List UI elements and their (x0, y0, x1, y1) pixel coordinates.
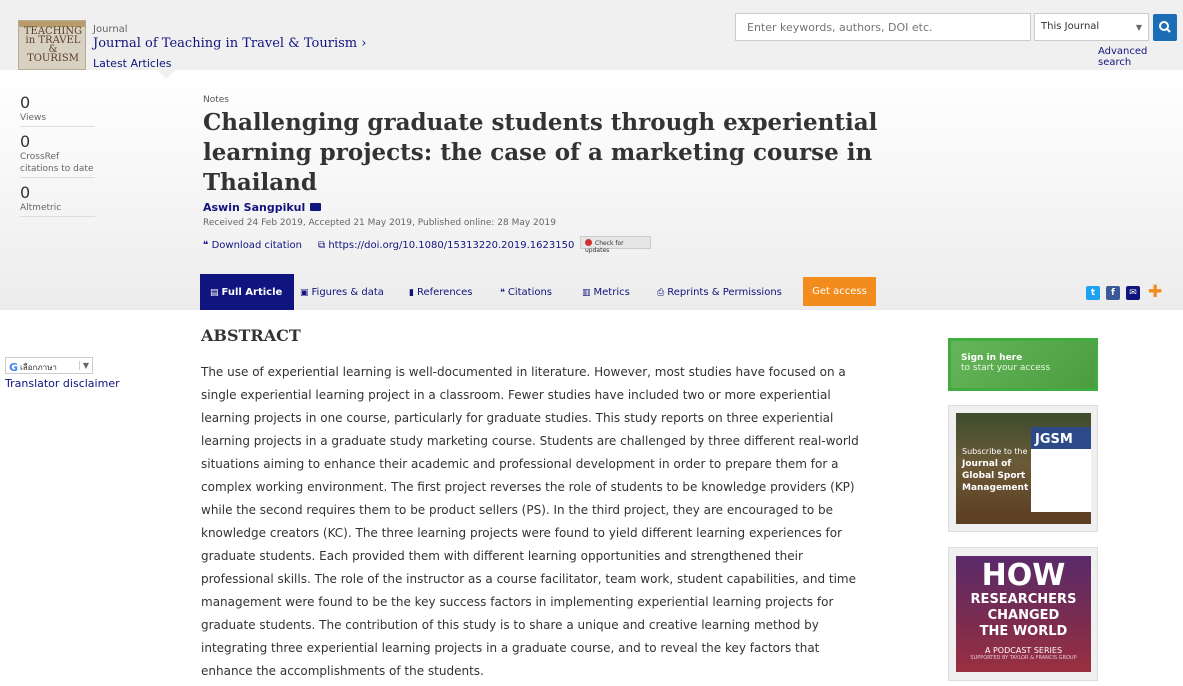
podcast-ad-line3: THE WORLD (979, 624, 1068, 639)
chevron-down-icon: ▼ (78, 361, 89, 370)
journal-cover-image[interactable]: TEACHING in TRAVEL & TOURISM (18, 20, 86, 70)
tab-label: Metrics (593, 287, 630, 298)
metric-altmetric[interactable]: 0 Altmetric (20, 184, 95, 217)
tab-label: Full Article (221, 287, 283, 298)
search-scope-select[interactable]: This Journal ▼ (1034, 13, 1149, 41)
facebook-icon[interactable]: f (1106, 286, 1120, 300)
metric-label: Views (20, 113, 47, 123)
tab-label: Figures & data (311, 287, 384, 298)
podcast-ad-image: HOW RESEARCHERS CHANGED THE WORLD A PODC… (956, 556, 1091, 672)
article-dates: Received 24 Feb 2019, Accepted 21 May 20… (203, 218, 556, 228)
email-icon[interactable] (310, 203, 322, 211)
article-title: Challenging graduate students through ex… (203, 109, 878, 196)
signin-title: Sign in here (961, 353, 1023, 363)
doi-text: https://doi.org/10.1080/15313220.2019.16… (328, 240, 575, 251)
metric-crossref[interactable]: 0 CrossRef citations to date (20, 133, 95, 178)
journal-cover-text: TEACHING in TRAVEL & TOURISM (23, 26, 83, 64)
get-access-button[interactable]: Get access (803, 277, 876, 306)
ad-jgsm-text: Subscribe to the Journal of Global Sport… (962, 446, 1042, 494)
image-icon: ▣ (300, 288, 309, 298)
download-citation-link[interactable]: ❝ Download citation (203, 240, 302, 251)
author-name: Aswin Sangpikul (203, 201, 306, 214)
translate-language-select[interactable]: G เลือกภาษา ▼ (5, 357, 93, 374)
podcast-ad-series: A PODCAST SERIES (984, 646, 1063, 655)
latest-articles-link[interactable]: Latest Articles (93, 57, 172, 70)
journal-label: Journal (93, 24, 128, 35)
quote-icon: ❝ (500, 288, 505, 298)
journal-ad-jgsm[interactable]: Subscribe to the Journal of Global Sport… (948, 405, 1098, 532)
search-input[interactable] (735, 13, 1031, 41)
google-icon: G (9, 361, 19, 374)
chevron-down-icon: ▼ (1135, 23, 1142, 32)
tab-citations[interactable]: ❝ Citations (500, 274, 552, 310)
book-icon: ▮ (409, 288, 414, 298)
doi-link[interactable]: ⧉ https://doi.org/10.1080/15313220.2019.… (318, 240, 574, 251)
tab-label: References (416, 287, 473, 298)
download-citation-label: Download citation (211, 240, 302, 251)
metric-views[interactable]: 0 Views (20, 94, 95, 127)
print-icon: ⎙ (657, 288, 665, 298)
search-button[interactable] (1153, 14, 1177, 41)
twitter-icon[interactable]: t (1086, 286, 1100, 300)
ad-jgsm-cover-title: JGSM (1035, 432, 1073, 447)
translator-disclaimer-link[interactable]: Translator disclaimer (5, 377, 120, 390)
bar-chart-icon: ▥ (582, 288, 591, 298)
podcast-ad-how: HOW (981, 558, 1066, 593)
podcast-ad-supported: SUPPORTED BY TAYLOR & FRANCIS GROUP (970, 655, 1077, 661)
podcast-ad-line1: RESEARCHERS (970, 592, 1077, 607)
crossmark-icon (585, 239, 592, 246)
latest-articles-pointer (157, 70, 175, 79)
search-scope-value: This Journal (1041, 21, 1100, 32)
tab-references[interactable]: ▮ References (409, 274, 473, 310)
ad-jgsm-line2: Journal of Global Sport Management (962, 459, 1029, 493)
tab-figures-data[interactable]: ▣ Figures & data (300, 274, 384, 310)
sign-in-button[interactable]: Sign in here to start your access (948, 338, 1098, 391)
abstract-heading: ABSTRACT (201, 326, 301, 345)
quote-icon: ❝ (203, 240, 209, 251)
ad-jgsm-cover: JGSM (1031, 427, 1091, 512)
external-link-icon: ⧉ (318, 240, 326, 251)
document-icon: ▤ (210, 288, 219, 298)
metric-value: 0 (20, 93, 31, 112)
advanced-search-link[interactable]: Advanced search (1098, 46, 1183, 68)
signin-subtitle: to start your access (961, 363, 1051, 373)
email-share-icon[interactable]: ✉ (1126, 286, 1140, 300)
tab-metrics[interactable]: ▥ Metrics (582, 274, 630, 310)
tab-reprints-permissions[interactable]: ⎙ Reprints & Permissions (657, 274, 782, 310)
metric-value: 0 (20, 183, 31, 202)
plus-share-icon[interactable]: ✚ (1148, 284, 1162, 301)
tab-full-article[interactable]: ▤ Full Article (200, 274, 295, 310)
podcast-ad[interactable]: HOW RESEARCHERS CHANGED THE WORLD A PODC… (948, 547, 1098, 681)
article-metrics: 0 Views 0 CrossRef citations to date 0 A… (20, 94, 95, 223)
journal-title-link[interactable]: Journal of Teaching in Travel & Tourism … (93, 36, 366, 51)
metric-value: 0 (20, 132, 31, 151)
tab-label: Citations (507, 287, 553, 298)
translate-select-label: เลือกภาษา (20, 363, 57, 372)
ad-jgsm-image: Subscribe to the Journal of Global Sport… (956, 413, 1091, 524)
author-link[interactable]: Aswin Sangpikul (203, 201, 322, 214)
tab-label: Reprints & Permissions (667, 287, 782, 298)
site-header: TEACHING in TRAVEL & TOURISM Journal Jou… (0, 0, 1183, 70)
metric-label: Altmetric (20, 203, 62, 213)
check-for-updates-button[interactable]: Check for updates (580, 236, 651, 254)
metric-label: CrossRef citations to date (20, 152, 94, 174)
ad-jgsm-line1: Subscribe to the (962, 447, 1028, 456)
podcast-ad-line2: CHANGED (987, 608, 1060, 623)
search-icon (1159, 21, 1171, 33)
abstract-text: The use of experiential learning is well… (201, 365, 859, 678)
article-type-label: Notes (203, 95, 229, 105)
